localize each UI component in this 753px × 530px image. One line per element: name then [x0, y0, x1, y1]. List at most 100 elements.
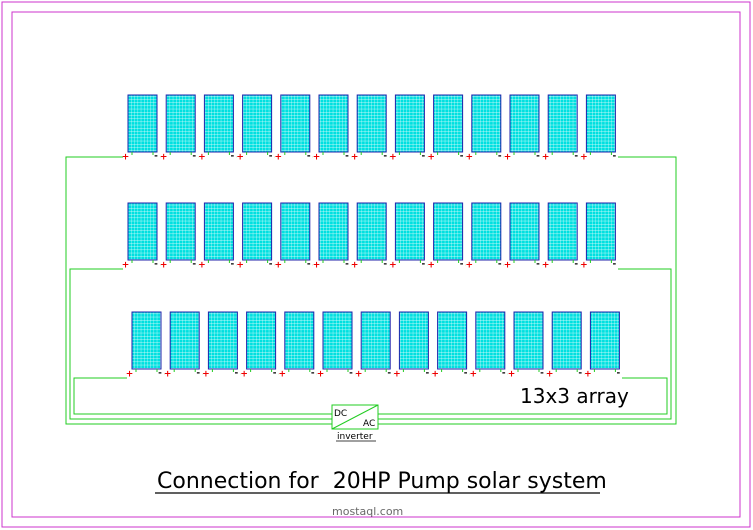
minus-terminal: -: [613, 260, 617, 270]
minus-terminal: -: [192, 152, 196, 162]
minus-terminal: -: [498, 260, 502, 270]
panel-cells: [551, 311, 582, 370]
panel-cells: [360, 311, 391, 370]
minus-terminal: -: [345, 152, 349, 162]
solar-panel: + -: [198, 94, 237, 163]
minus-terminal: -: [574, 260, 578, 270]
plus-terminal: +: [313, 261, 321, 271]
plus-terminal: +: [313, 153, 321, 163]
panel-cells: [127, 202, 158, 261]
inverter-ac-label: AC: [363, 419, 375, 429]
plus-terminal: +: [275, 153, 283, 163]
string-1-positive-wire: [65, 156, 332, 425]
minus-terminal: -: [540, 369, 544, 379]
minus-terminal: -: [307, 260, 311, 270]
panel-cells: [547, 94, 578, 153]
solar-panel: + -: [466, 94, 504, 163]
minus-terminal: -: [349, 369, 353, 379]
panel-cells: [509, 94, 540, 153]
plus-terminal: +: [580, 153, 588, 163]
plus-terminal: +: [427, 261, 435, 271]
solar-panel: + -: [504, 202, 543, 271]
panel-cells: [433, 202, 464, 261]
plus-terminal: +: [427, 153, 435, 163]
minus-terminal: -: [154, 260, 158, 270]
solar-panel: + -: [504, 94, 543, 163]
solar-panel: + -: [546, 311, 585, 380]
solar-panel: + -: [427, 202, 466, 271]
panel-cells: [242, 202, 273, 261]
solar-panel: + -: [393, 311, 432, 380]
minus-terminal: -: [460, 152, 464, 162]
minus-terminal: -: [192, 260, 196, 270]
solar-panel: + -: [389, 202, 428, 271]
minus-terminal: -: [383, 260, 387, 270]
panel-cells: [585, 94, 616, 153]
solar-panel: + -: [351, 94, 390, 163]
plus-terminal: +: [126, 370, 134, 380]
plus-terminal: +: [202, 370, 210, 380]
plus-terminal: +: [546, 370, 554, 380]
minus-terminal: -: [464, 369, 468, 379]
plus-terminal: +: [470, 370, 478, 380]
minus-terminal: -: [269, 260, 273, 270]
panel-cells: [437, 311, 468, 370]
panel-row-2: + - + - + - + - + - + - + - + - + - + - + - + - + -: [122, 202, 617, 271]
plus-terminal: +: [351, 153, 359, 163]
solar-panel: + -: [431, 311, 470, 380]
minus-terminal: -: [345, 260, 349, 270]
plus-terminal: +: [466, 261, 474, 271]
plus-terminal: +: [351, 261, 359, 271]
solar-panel: + -: [275, 202, 313, 271]
plus-terminal: +: [542, 261, 550, 271]
panel-row-3: + - + - + - + - + - + - + - + - + - + - + - + - + -: [126, 311, 621, 380]
solar-panel: + -: [542, 202, 581, 271]
minus-terminal: -: [387, 369, 391, 379]
solar-array: + - + - + - + - + - + - + - + - + - + - + - + - + -+ - + - + - + - + - + - + -…: [122, 94, 621, 380]
minus-terminal: -: [196, 369, 200, 379]
panel-cells: [165, 202, 196, 261]
solar-panel: + -: [466, 202, 504, 271]
plus-terminal: +: [164, 370, 172, 380]
panel-cells: [280, 94, 311, 153]
solar-panel: + -: [351, 202, 390, 271]
solar-panel: + -: [317, 311, 356, 380]
panel-cells: [471, 94, 502, 153]
plus-terminal: +: [122, 261, 130, 271]
plus-terminal: +: [236, 153, 244, 163]
panel-cells: [127, 94, 158, 153]
plus-terminal: +: [542, 153, 550, 163]
solar-panel: + -: [160, 94, 199, 163]
inverter-name-label: inverter: [337, 432, 373, 442]
panel-cells: [318, 94, 349, 153]
minus-terminal: -: [578, 369, 582, 379]
minus-terminal: -: [574, 152, 578, 162]
solar-panel: + -: [122, 202, 161, 271]
minus-terminal: -: [422, 260, 426, 270]
inverter-dc-label: DC: [334, 409, 347, 419]
minus-terminal: -: [311, 369, 315, 379]
solar-panel: + -: [122, 94, 161, 163]
panel-cells: [356, 94, 387, 153]
minus-terminal: -: [383, 152, 387, 162]
minus-terminal: -: [307, 152, 311, 162]
minus-terminal: -: [617, 369, 621, 379]
minus-terminal: -: [498, 152, 502, 162]
plus-terminal: +: [389, 153, 397, 163]
plus-terminal: +: [160, 261, 168, 271]
outer-frame: [1, 1, 751, 528]
plus-terminal: +: [275, 261, 283, 271]
plus-terminal: +: [160, 153, 168, 163]
minus-terminal: -: [502, 369, 506, 379]
string-3-positive-wire: [73, 377, 332, 415]
solar-panel: + -: [240, 311, 279, 380]
minus-terminal: -: [231, 152, 235, 162]
minus-terminal: -: [235, 369, 239, 379]
plus-terminal: +: [317, 370, 325, 380]
plus-terminal: +: [389, 261, 397, 271]
plus-terminal: +: [504, 261, 512, 271]
panel-cells: [547, 202, 578, 261]
plus-terminal: +: [504, 153, 512, 163]
plus-terminal: +: [355, 370, 363, 380]
plus-terminal: +: [584, 370, 592, 380]
